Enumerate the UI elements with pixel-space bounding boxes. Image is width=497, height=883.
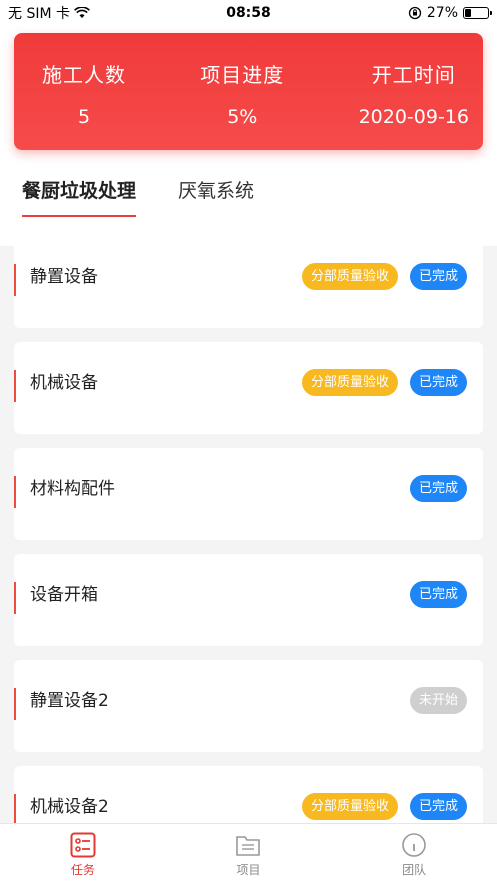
item-accent-bar: [14, 688, 16, 720]
team-icon: [402, 833, 426, 857]
orientation-lock-icon: [408, 6, 422, 20]
nav-label: 任务: [70, 863, 95, 877]
item-accent-bar: [14, 264, 16, 296]
list-item[interactable]: 材料构配件 已完成: [14, 448, 483, 540]
list-item[interactable]: 静置设备 分部质量验收 已完成: [14, 236, 483, 328]
carrier-label: 无 SIM 卡: [8, 6, 70, 22]
task-list: 静置设备 分部质量验收 已完成 机械设备 分部质量验收 已完成 材料构配件 已完…: [14, 236, 483, 872]
stat-label: 施工人数: [42, 63, 126, 87]
item-title: 设备开箱: [30, 585, 98, 605]
tab-kitchen-waste[interactable]: 餐厨垃圾处理: [22, 175, 137, 217]
bottom-nav: 任务 项目 团队: [0, 823, 497, 883]
item-accent-bar: [14, 370, 16, 402]
status-badge: 已完成: [409, 263, 467, 290]
item-title: 机械设备: [30, 373, 98, 393]
quality-acceptance-badge[interactable]: 分部质量验收: [301, 263, 398, 290]
battery-percent: 27%: [426, 5, 458, 21]
folder-icon: [236, 836, 261, 856]
item-title: 静置设备2: [30, 691, 109, 711]
task-icon: [70, 832, 96, 858]
status-badge: 未开始: [409, 687, 467, 714]
status-badge: 已完成: [409, 581, 467, 608]
wifi-icon: [74, 7, 90, 18]
item-title: 机械设备2: [30, 797, 109, 817]
tab-anaerobic-system[interactable]: 厌氧系统: [178, 175, 254, 217]
stat-workers: 施工人数 5: [42, 33, 126, 150]
project-stats-card: 施工人数 5 项目进度 5% 开工时间 2020-09-16: [14, 33, 483, 150]
status-badge: 已完成: [409, 369, 467, 396]
battery-fill: [465, 9, 471, 17]
stat-label: 开工时间: [371, 63, 456, 87]
stat-value: 5%: [227, 106, 258, 128]
item-title: 材料构配件: [30, 479, 115, 499]
item-accent-bar: [14, 794, 16, 826]
nav-team[interactable]: 团队: [354, 824, 474, 883]
status-bar: 无 SIM 卡 08:58 27%: [0, 0, 497, 26]
stat-value: 5: [77, 106, 91, 128]
list-item[interactable]: 设备开箱 已完成: [14, 554, 483, 646]
nav-tasks[interactable]: 任务: [23, 824, 143, 883]
item-accent-bar: [14, 582, 16, 614]
stat-start-date: 开工时间 2020-09-16: [359, 33, 469, 150]
nav-label: 项目: [236, 863, 261, 877]
nav-label: 团队: [402, 863, 427, 877]
status-badge: 已完成: [409, 475, 467, 502]
stat-value: 2020-09-16: [358, 106, 469, 128]
quality-acceptance-badge[interactable]: 分部质量验收: [301, 369, 398, 396]
item-accent-bar: [14, 476, 16, 508]
stat-label: 项目进度: [200, 63, 285, 87]
nav-projects[interactable]: 项目: [188, 824, 308, 883]
list-item[interactable]: 静置设备2 未开始: [14, 660, 483, 752]
list-item[interactable]: 机械设备 分部质量验收 已完成: [14, 342, 483, 434]
stat-progress: 项目进度 5%: [200, 33, 284, 150]
item-title: 静置设备: [30, 267, 98, 287]
battery-icon: [463, 7, 492, 19]
system-tabs: 餐厨垃圾处理 厌氧系统: [22, 175, 254, 219]
status-badge: 已完成: [409, 793, 467, 820]
quality-acceptance-badge[interactable]: 分部质量验收: [301, 793, 398, 820]
